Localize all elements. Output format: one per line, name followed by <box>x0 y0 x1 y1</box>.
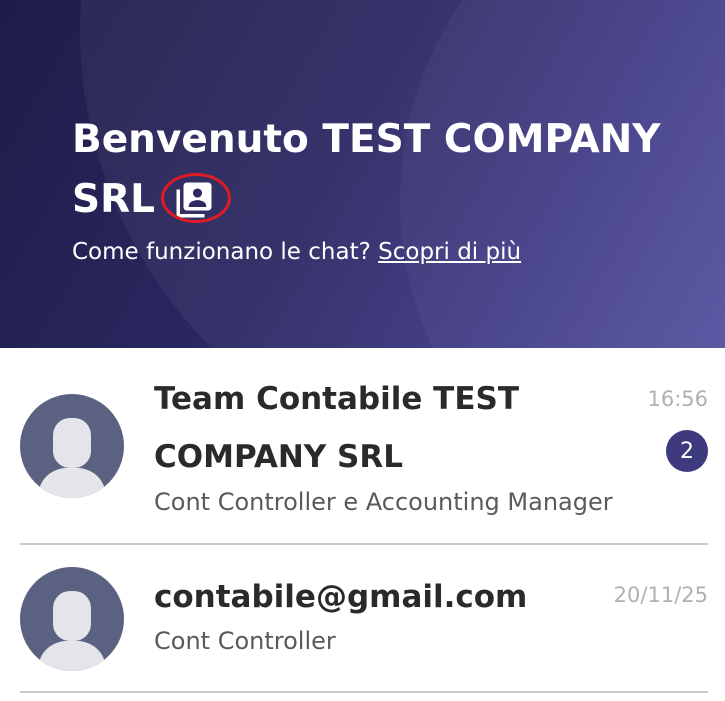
highlight-circle <box>160 173 231 223</box>
avatar <box>20 394 124 498</box>
user-silhouette-icon <box>38 418 106 498</box>
chat-name: contabile@gmail.com <box>154 579 528 615</box>
avatar <box>20 567 124 671</box>
chat-subtitle: Cont Controller <box>154 627 336 655</box>
chat-time: 20/11/25 <box>613 583 708 607</box>
page-title: Benvenuto TEST COMPANY SRL <box>72 110 692 230</box>
title-line-2: SRL <box>72 177 155 222</box>
help-text: Come funzionano le chat? <box>72 239 371 265</box>
chat-name: Team Contabile TEST COMPANY SRL <box>154 381 519 475</box>
user-silhouette-icon <box>38 591 106 671</box>
title-line-1: Benvenuto TEST COMPANY <box>72 117 661 162</box>
chat-subtitle: Cont Controller e Accounting Manager <box>154 488 613 516</box>
help-line: Come funzionano le chat? Scopri di più <box>72 236 521 268</box>
unread-badge: 2 <box>666 430 708 472</box>
chat-list-item[interactable]: Team Contabile TEST COMPANY SRL Cont Con… <box>20 366 708 545</box>
chat-time: 16:56 <box>647 387 708 411</box>
learn-more-link[interactable]: Scopri di più <box>378 239 521 265</box>
company-profile-button[interactable] <box>159 173 231 227</box>
welcome-header: Benvenuto TEST COMPANY SRL Come funziona… <box>0 0 725 348</box>
chat-list-item[interactable]: contabile@gmail.com Cont Controller 20/1… <box>20 545 708 693</box>
